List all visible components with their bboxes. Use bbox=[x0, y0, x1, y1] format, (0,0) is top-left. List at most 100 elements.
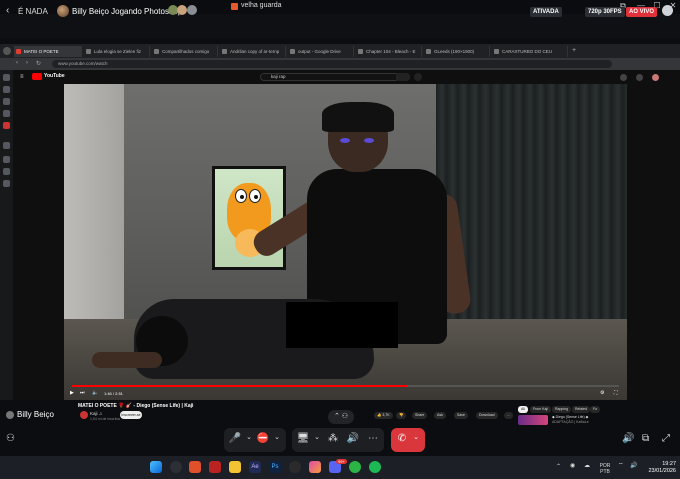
more-options-icon[interactable]: ⋯ bbox=[366, 433, 380, 444]
stream-header bbox=[0, 14, 680, 38]
fullscreen-icon[interactable]: ⛶ bbox=[614, 390, 618, 396]
forward-icon[interactable]: › bbox=[26, 60, 28, 66]
share-options-icon[interactable]: ⌄ bbox=[310, 433, 324, 441]
soundboard-icon[interactable]: 🔊 bbox=[346, 433, 360, 444]
sidebar-app-icon[interactable] bbox=[3, 142, 10, 149]
back-icon[interactable]: ‹ bbox=[16, 60, 18, 66]
viewer-mic-icon bbox=[6, 411, 14, 419]
hamburger-menu-icon[interactable]: ≡ bbox=[20, 74, 24, 80]
browser-tab[interactable]: CARAXTURBO DO CEU bbox=[492, 46, 568, 57]
volume-icon[interactable]: 🔊 bbox=[622, 433, 634, 444]
volume-icon[interactable]: 🔈 bbox=[92, 390, 98, 396]
voice-search-icon[interactable] bbox=[414, 73, 422, 81]
tray-app-icon[interactable]: ☁ bbox=[584, 463, 590, 469]
people-icon[interactable]: ⚇ bbox=[6, 433, 15, 444]
browser-tab[interactable]: Chapter 104 - Bleach - E bbox=[356, 46, 422, 57]
obs-icon[interactable] bbox=[289, 461, 301, 473]
chat-icon[interactable] bbox=[662, 5, 673, 16]
download-button[interactable]: Download bbox=[476, 412, 498, 419]
screen-share-icon[interactable]: 🖥 bbox=[296, 433, 310, 444]
network-icon[interactable]: ◉ bbox=[570, 463, 575, 469]
new-tab-button[interactable]: + bbox=[572, 47, 576, 54]
like-button[interactable]: 👍 3,7K bbox=[374, 412, 393, 419]
channel-avatar[interactable] bbox=[80, 411, 88, 419]
mic-options-icon[interactable]: ⌄ bbox=[242, 433, 256, 441]
chip-related[interactable]: Related bbox=[572, 406, 591, 413]
chip-more[interactable]: Fo bbox=[590, 406, 601, 413]
browser-tab[interactable]: output - Google Drive bbox=[288, 46, 354, 57]
video-player[interactable]: ▶ ⏭ 🔈 1:46 / 2:51 ⚙ ⛶ bbox=[64, 84, 627, 400]
whatsapp-icon[interactable] bbox=[349, 461, 361, 473]
chip-all[interactable]: All bbox=[518, 406, 528, 413]
browser-menu-icon[interactable] bbox=[3, 47, 11, 55]
garfield-poster bbox=[212, 166, 286, 270]
share-button[interactable]: Share bbox=[412, 412, 428, 419]
photoshop-icon[interactable]: Ps bbox=[269, 461, 281, 473]
browser-tab[interactable]: MATEI O POETE bbox=[14, 46, 82, 57]
camera-options-icon[interactable]: ⌄ bbox=[270, 433, 284, 441]
browser-tab[interactable]: Andrilan copy of ar-ternp bbox=[220, 46, 286, 57]
activity-badge: ATIVADA bbox=[530, 7, 562, 17]
next-icon[interactable]: ⏭ bbox=[80, 390, 85, 396]
spotify-icon[interactable] bbox=[369, 461, 381, 473]
language-indicator[interactable]: POR PTB bbox=[598, 463, 612, 475]
system-clock[interactable]: 19:27 23/01/2026 bbox=[640, 461, 676, 475]
brave-icon[interactable] bbox=[189, 461, 201, 473]
camera-off-icon[interactable]: ⛔ bbox=[256, 433, 270, 444]
channel-name[interactable]: Kaji ♫ bbox=[90, 411, 102, 416]
browser-tab[interactable]: Lula elogia se Zielen fiz bbox=[84, 46, 150, 57]
chip-from-channel[interactable]: From Kaji bbox=[530, 406, 551, 413]
search-icon[interactable] bbox=[170, 461, 182, 473]
search-icon[interactable] bbox=[396, 73, 410, 81]
end-call-icon[interactable]: ✆ bbox=[395, 433, 409, 444]
reload-icon[interactable]: ↻ bbox=[36, 60, 41, 67]
url-field[interactable]: www.youtube.com/watch bbox=[52, 60, 612, 68]
start-icon[interactable] bbox=[150, 461, 162, 473]
progress-played[interactable] bbox=[72, 385, 407, 387]
settings-icon[interactable]: ⚙ bbox=[600, 390, 604, 396]
fullscreen-icon[interactable]: ⤢ bbox=[662, 433, 670, 444]
browser-tab[interactable]: GLeeds (190×1900) bbox=[424, 46, 490, 57]
chip-rapping[interactable]: Rapping bbox=[552, 406, 572, 413]
tray-overflow-icon[interactable]: ⌃ bbox=[556, 464, 561, 470]
after-effects-icon[interactable]: Ae bbox=[249, 461, 261, 473]
save-button[interactable]: Save bbox=[454, 412, 468, 419]
account-avatar[interactable] bbox=[652, 74, 659, 81]
create-icon[interactable] bbox=[620, 74, 627, 81]
back-arrow-icon[interactable]: ‹ bbox=[6, 5, 9, 16]
activities-icon[interactable]: ⁂ bbox=[326, 433, 340, 444]
ask-button[interactable]: Ask bbox=[434, 412, 446, 419]
dislike-button[interactable]: 👎 bbox=[396, 412, 407, 419]
subscribe-button[interactable]: Inscrever-se bbox=[120, 411, 142, 419]
browser-tab[interactable]: Compartilhados comigo bbox=[152, 46, 218, 57]
participant-avatar[interactable] bbox=[187, 5, 197, 15]
sidebar-history-icon[interactable] bbox=[3, 156, 10, 163]
popout-icon[interactable]: ⧉ bbox=[642, 433, 649, 444]
next-video-thumbnail[interactable] bbox=[518, 415, 548, 425]
sidebar-app-icon[interactable] bbox=[3, 110, 10, 117]
server-name[interactable]: É NADA bbox=[18, 7, 48, 16]
app-icon[interactable] bbox=[309, 461, 321, 473]
sidebar-app-icon[interactable] bbox=[3, 98, 10, 105]
sidebar-app-icon[interactable] bbox=[3, 86, 10, 93]
app-icon[interactable] bbox=[209, 461, 221, 473]
youtube-logo-text[interactable]: YouTube bbox=[44, 73, 65, 79]
play-icon[interactable]: ▶ bbox=[70, 390, 74, 396]
notifications-icon[interactable] bbox=[636, 74, 643, 81]
youtube-logo-icon[interactable] bbox=[32, 73, 42, 80]
end-call-options-icon[interactable]: ⌄ bbox=[409, 433, 423, 441]
channel-subscribers: 1,54 mi de inscritos bbox=[90, 417, 121, 421]
wifi-icon[interactable]: ⌔ bbox=[618, 463, 624, 469]
sidebar-settings-icon[interactable] bbox=[3, 180, 10, 187]
speaker-icon[interactable]: 🔊 bbox=[630, 463, 637, 469]
mic-icon[interactable]: 🎤 bbox=[228, 433, 242, 444]
more-actions-button[interactable]: ... bbox=[504, 412, 513, 419]
sidebar-home-icon[interactable] bbox=[3, 74, 10, 81]
sidebar-app-icon[interactable] bbox=[3, 168, 10, 175]
sidebar-youtube-icon[interactable] bbox=[3, 122, 10, 129]
expand-icon[interactable]: ⌃ ⚇ bbox=[328, 410, 354, 424]
participant-avatar[interactable] bbox=[177, 5, 187, 15]
next-video-title[interactable]: ◆ Diego (Sense Life) ◆ bbox=[552, 415, 588, 419]
file-explorer-icon[interactable] bbox=[229, 461, 241, 473]
youtube-search-input[interactable]: kaji rap bbox=[260, 73, 410, 81]
